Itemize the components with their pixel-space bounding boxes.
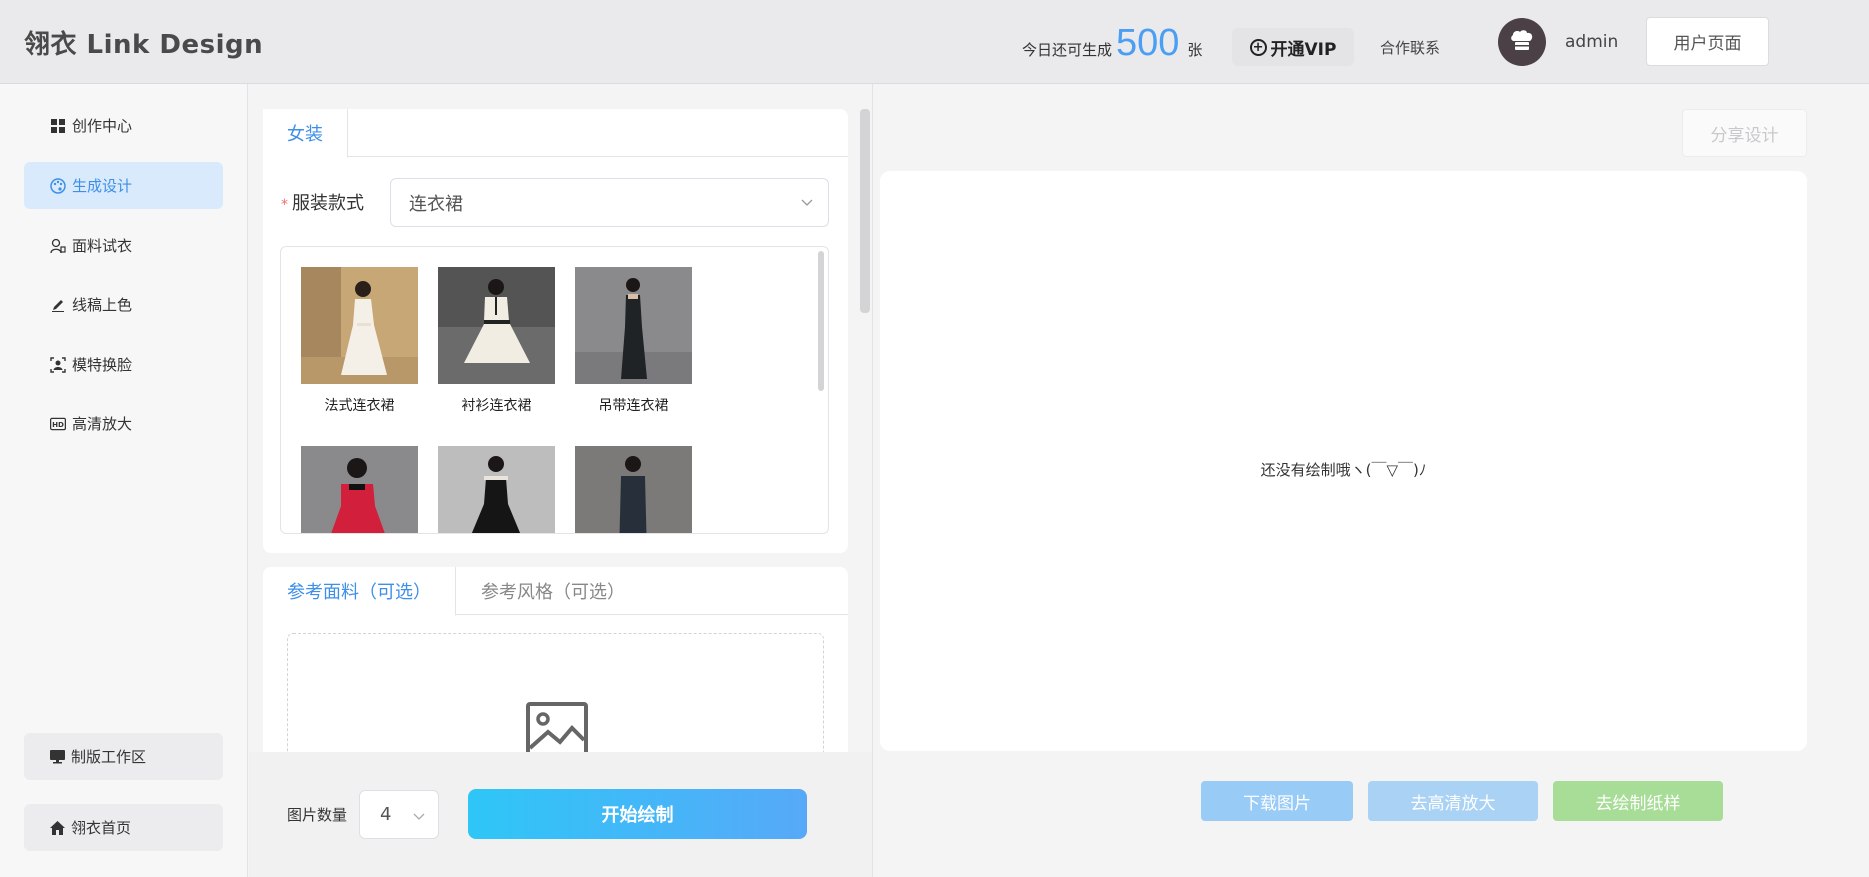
open-vip-button[interactable]: + 开通VIP	[1232, 28, 1354, 66]
sidebar-item-pattern-workspace[interactable]: 制版工作区	[24, 733, 223, 780]
tab-womenswear[interactable]: 女装	[263, 109, 348, 158]
style-thumb-navy-dress[interactable]	[575, 446, 692, 533]
image-count-select[interactable]: 4	[359, 790, 439, 839]
sidebar-item-label: 翎衣首页	[71, 819, 132, 837]
avatar[interactable]	[1498, 18, 1546, 66]
pencil-icon	[50, 297, 66, 313]
palette-icon	[50, 177, 66, 194]
style-thumb-french-dress[interactable]	[301, 267, 418, 384]
sidebar-item-lineart-color[interactable]: 线稿上色	[24, 281, 223, 328]
style-thumb-black-dress[interactable]	[438, 446, 555, 533]
home-icon	[50, 820, 65, 835]
svg-text:HD: HD	[52, 420, 64, 429]
sidebar-item-label: 面料试衣	[72, 237, 133, 255]
style-gallery: 法式连衣裙 衬衫连衣裙 吊带连衣裙	[280, 246, 829, 534]
quota-prefix: 今日还可生成	[1022, 41, 1113, 59]
quota-unit: 张	[1187, 41, 1203, 59]
start-drawing-button[interactable]: 开始绘制	[468, 789, 807, 839]
empty-state-message: 还没有绘制哦ヽ(￣▽￣)ﾉ	[1260, 461, 1427, 479]
hd-icon: HD	[50, 416, 66, 432]
sidebar-item-label: 生成设计	[72, 177, 133, 195]
sidebar-item-fabric-tryon[interactable]: 面料试衣	[24, 222, 223, 269]
quota-value: 500	[1116, 22, 1180, 64]
daily-quota: 今日还可生成 500 张	[1022, 22, 1202, 65]
dress-photo-icon	[301, 267, 418, 384]
sidebar-item-generate-design[interactable]: 生成设计	[24, 162, 223, 209]
style-thumb-label: 法式连衣裙	[324, 398, 395, 414]
sidebar-item-create-center[interactable]: 创作中心	[24, 102, 223, 149]
sidebar-item-label: 创作中心	[72, 117, 133, 135]
grid-icon	[50, 118, 66, 134]
gallery-scrollbar[interactable]	[818, 251, 824, 391]
reference-tabs: 参考面料（可选） 参考风格（可选）	[263, 567, 848, 616]
style-field-label: * 服装款式	[281, 189, 364, 215]
image-count-value: 4	[380, 804, 392, 825]
required-mark: *	[281, 197, 288, 213]
sidebar-item-model-faceswap[interactable]: 模特换脸	[24, 341, 223, 388]
style-select-value: 连衣裙	[409, 193, 463, 215]
image-placeholder-icon	[526, 702, 588, 752]
style-select[interactable]: 连衣裙	[390, 178, 829, 227]
dress-photo-icon	[438, 446, 555, 533]
go-draw-pattern-button[interactable]: 去绘制纸样	[1553, 781, 1723, 821]
tab-reference-style[interactable]: 参考风格（可选）	[457, 567, 649, 615]
vip-label: 开通VIP	[1270, 39, 1337, 60]
sidebar: 创作中心 生成设计 面料试衣 线稿上色 模特换脸 HD 高清放大 制版工作区 翎…	[0, 84, 248, 877]
chevron-down-icon	[413, 813, 425, 820]
panel-scrollbar[interactable]	[860, 109, 870, 313]
style-thumb-slip-dress[interactable]	[575, 267, 692, 384]
category-tabs: 女装	[263, 109, 848, 158]
app-logo[interactable]: 翎衣 Link Design	[24, 24, 263, 61]
style-thumb-red-dress[interactable]	[301, 446, 418, 533]
style-thumb-shirt-dress[interactable]	[438, 267, 555, 384]
sidebar-item-label: 制版工作区	[71, 748, 147, 766]
dress-photo-icon	[575, 446, 692, 533]
dress-photo-icon	[438, 267, 555, 384]
dress-photo-icon	[301, 446, 418, 533]
style-thumb-label: 吊带连衣裙	[598, 398, 669, 414]
user-icon	[50, 238, 66, 254]
style-panel: 女装 * 服装款式 连衣裙 法式连衣裙 衬衫连衣裙 吊带连衣裙	[263, 109, 848, 553]
monitor-icon	[50, 749, 65, 764]
go-hd-upscale-button[interactable]: 去高清放大	[1368, 781, 1538, 821]
result-canvas: 还没有绘制哦ヽ(￣▽￣)ﾉ	[880, 171, 1807, 751]
panel-divider	[872, 84, 873, 877]
chevron-down-icon	[801, 199, 813, 206]
style-thumb-label: 衬衫连衣裙	[461, 398, 532, 414]
share-design-button[interactable]: 分享设计	[1682, 109, 1807, 157]
sidebar-item-home[interactable]: 翎衣首页	[24, 804, 223, 851]
sidebar-item-label: 高清放大	[72, 415, 133, 433]
image-count-label: 图片数量	[287, 806, 348, 824]
sidebar-item-hd-upscale[interactable]: HD 高清放大	[24, 400, 223, 447]
download-image-button[interactable]: 下载图片	[1201, 781, 1353, 821]
chef-hat-icon	[1511, 30, 1533, 50]
style-field-label-text: 服装款式	[292, 193, 364, 214]
username: admin	[1565, 32, 1619, 52]
sidebar-item-label: 线稿上色	[72, 296, 133, 314]
reference-panel: 参考面料（可选） 参考风格（可选）	[263, 567, 848, 752]
contact-link[interactable]: 合作联系	[1380, 37, 1440, 58]
face-icon	[50, 356, 66, 373]
dress-photo-icon	[575, 267, 692, 384]
top-header: 翎衣 Link Design 今日还可生成 500 张 + 开通VIP 合作联系…	[0, 0, 1869, 84]
sidebar-item-label: 模特换脸	[72, 356, 133, 374]
user-page-button[interactable]: 用户页面	[1646, 17, 1769, 66]
plus-circle-icon: +	[1249, 38, 1267, 56]
tab-reference-fabric[interactable]: 参考面料（可选）	[263, 567, 456, 616]
fabric-upload-area[interactable]	[287, 633, 824, 752]
